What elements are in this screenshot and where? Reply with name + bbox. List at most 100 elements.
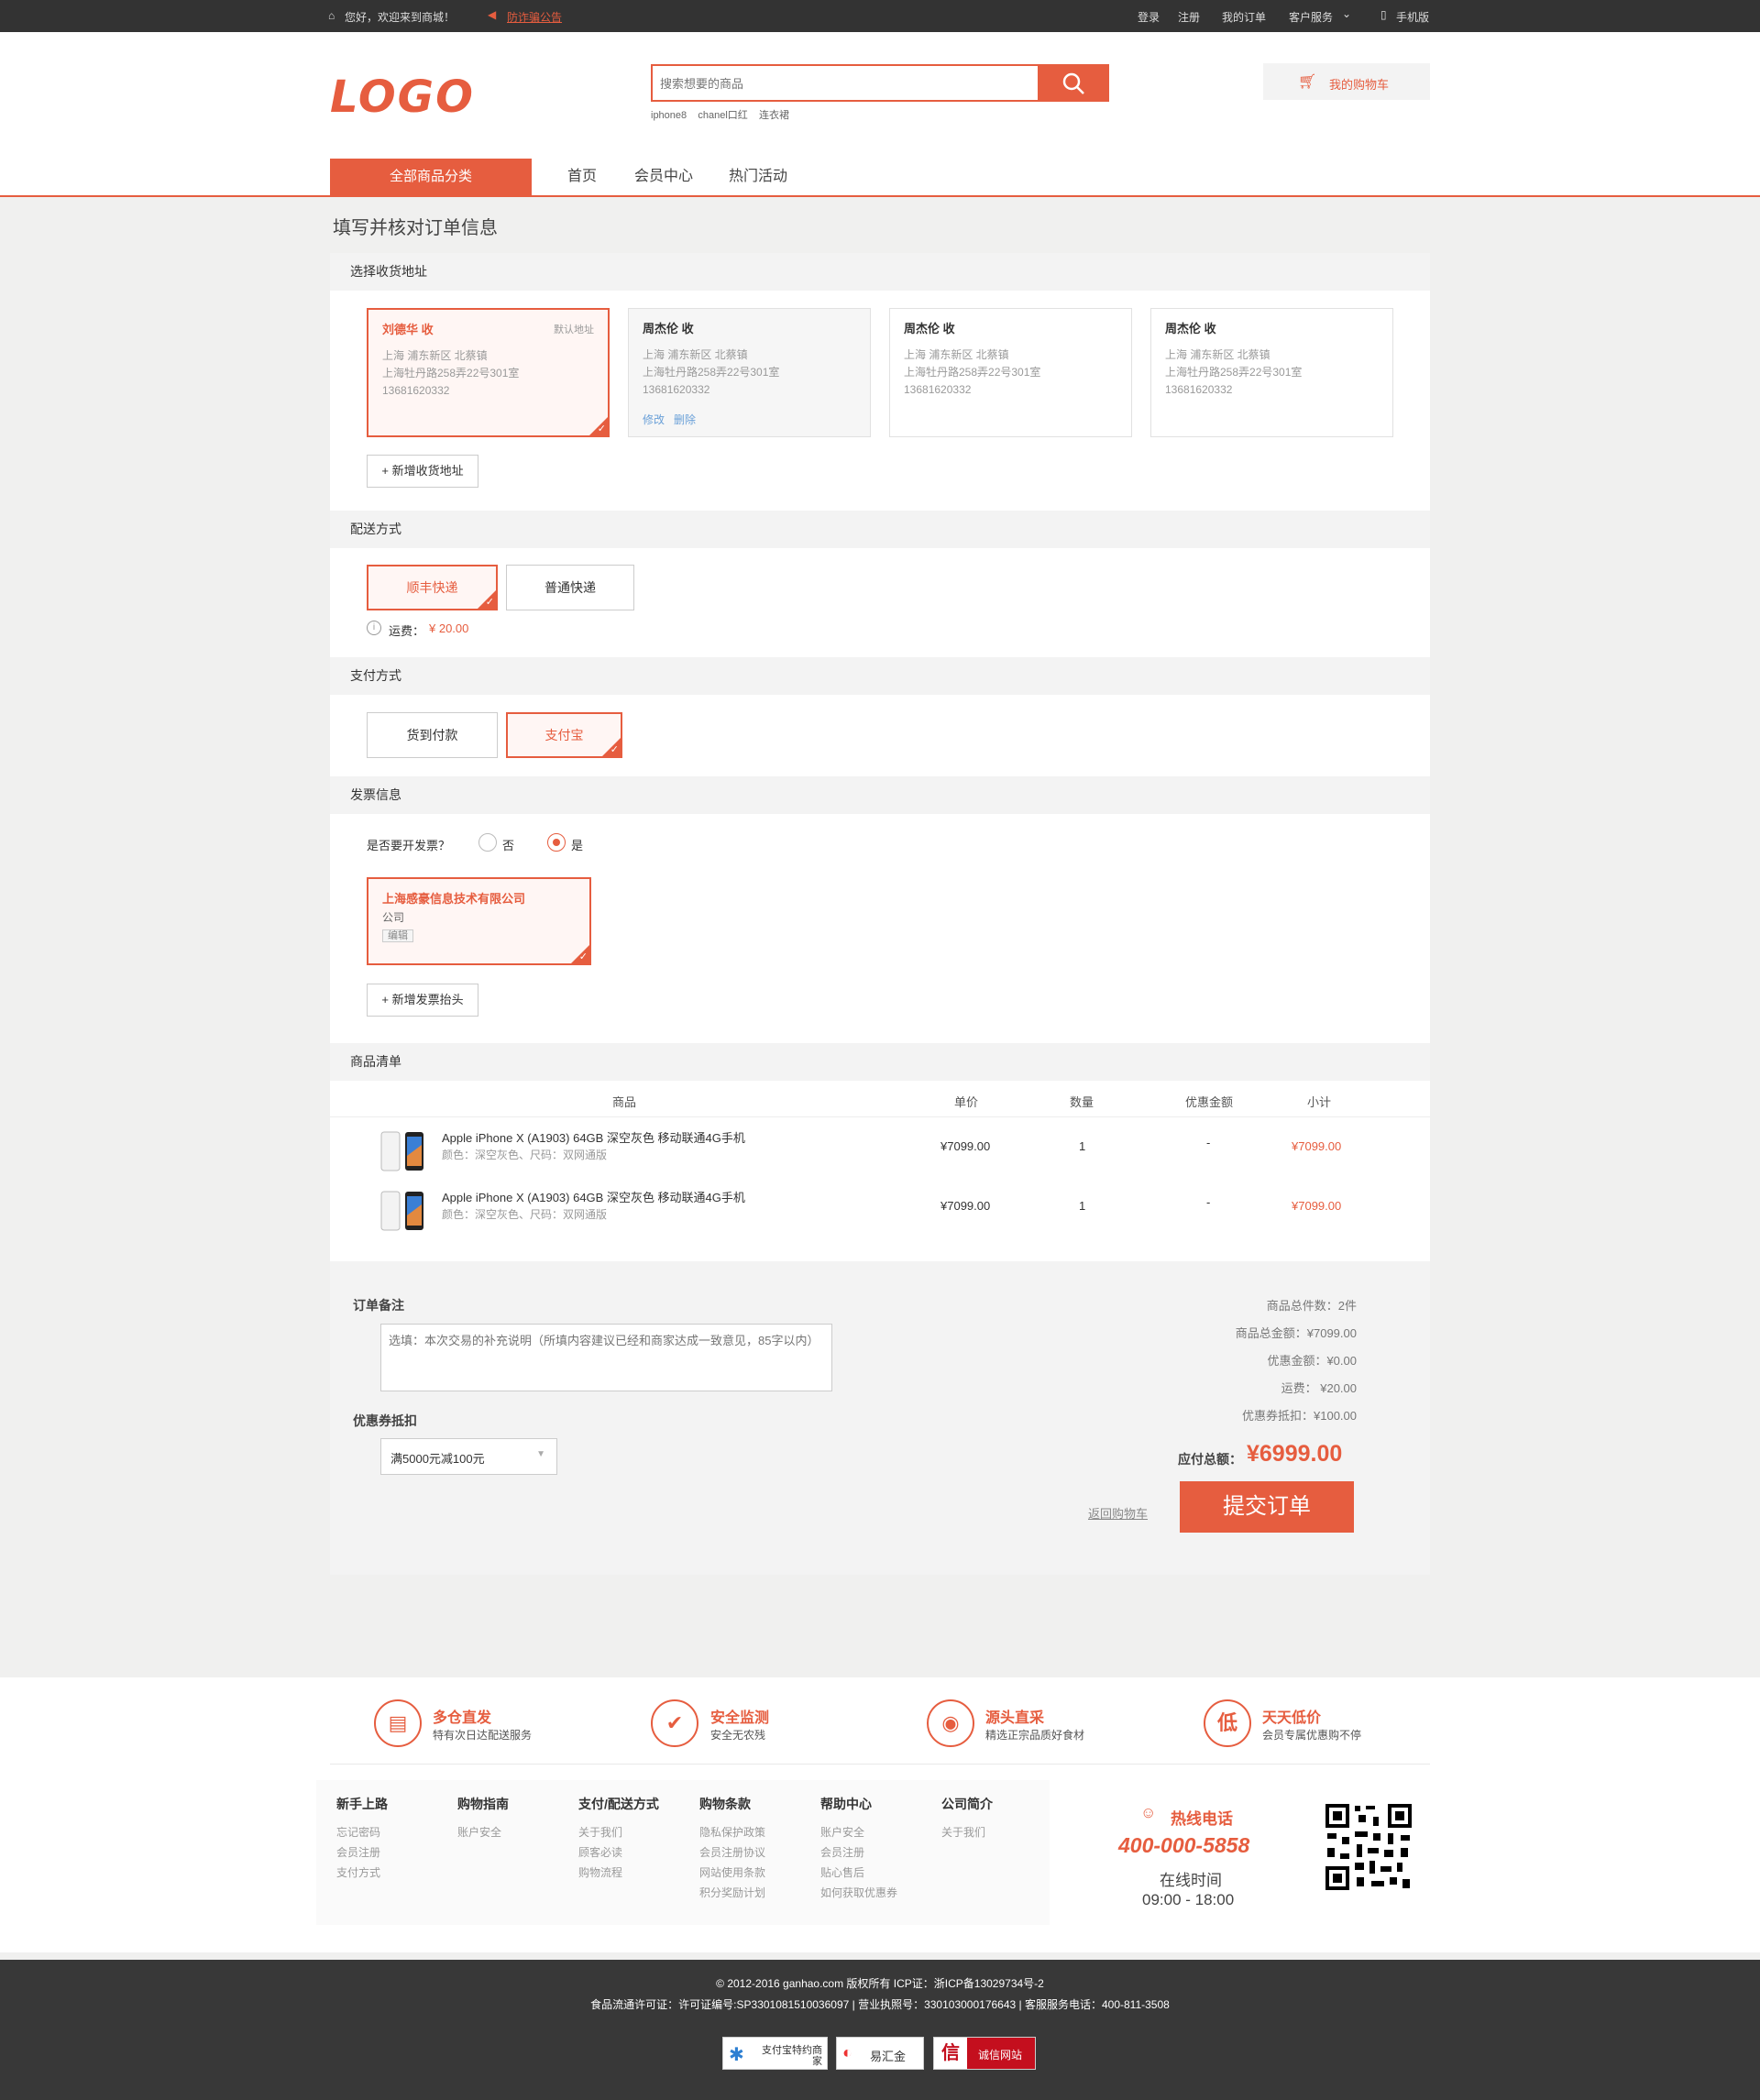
footer-link[interactable]: 会员注册: [336, 1842, 388, 1863]
address-card[interactable]: 周杰伦 收 上海 浦东新区 北蔡镇 上海牡丹路258弄22号301室 13681…: [889, 308, 1132, 437]
footer-link[interactable]: 购物流程: [578, 1863, 659, 1883]
nav-hot-events[interactable]: 热门活动: [729, 159, 787, 195]
notice-link[interactable]: 防诈骗公告: [507, 9, 562, 25]
edit-address-link[interactable]: 修改: [643, 413, 665, 426]
check-icon: ✓: [610, 744, 619, 755]
my-orders-link[interactable]: 我的订单: [1222, 9, 1266, 25]
back-to-cart-link[interactable]: 返回购物车: [1088, 1504, 1148, 1522]
search-button[interactable]: [1038, 64, 1109, 102]
qr-code-icon: [1324, 1802, 1414, 1892]
invoice-title-card[interactable]: 上海感豪信息技术有限公司 公司 编辑 ✓: [367, 877, 591, 965]
low-price-icon: 低: [1204, 1699, 1251, 1747]
address-card[interactable]: 周杰伦 收 上海 浦东新区 北蔡镇 上海牡丹路258弄22号301室 13681…: [628, 308, 871, 437]
trust-icon: 信: [934, 2038, 967, 2069]
info-icon: i: [367, 621, 381, 635]
home-icon: ⌂: [328, 9, 336, 22]
footer-link[interactable]: 账户安全: [457, 1822, 509, 1842]
order-summary-area: 订单备注 优惠券抵扣 满5000元减100元 ▼ 商品总件数：2件 商品总金额：…: [330, 1261, 1430, 1575]
payment-option-cod[interactable]: 货到付款: [367, 712, 498, 758]
footer-link[interactable]: 隐私保护政策: [699, 1822, 765, 1842]
shield-icon: ✔: [651, 1699, 698, 1747]
shipping-section-title: 配送方式: [330, 511, 1430, 548]
service-desc: 精选正宗品质好食材: [985, 1729, 1085, 1742]
footer-link[interactable]: 网站使用条款: [699, 1863, 765, 1883]
cart-button[interactable]: 🛒︎ 我的购物车: [1263, 63, 1430, 100]
delete-address-link[interactable]: 删除: [674, 413, 696, 426]
badge-label: 支付宝特约商家: [762, 2045, 822, 2067]
address-card[interactable]: 刘德华 收 默认地址 上海 浦东新区 北蔡镇 上海牡丹路258弄22号301室 …: [367, 308, 610, 437]
yihuijin-badge[interactable]: ◐ 易汇金: [836, 2037, 924, 2070]
discount: -: [1206, 1136, 1211, 1149]
remark-input[interactable]: [380, 1324, 832, 1391]
add-invoice-button[interactable]: + 新增发票抬头: [367, 984, 478, 1017]
hotline-number: 400-000-5858: [1118, 1833, 1250, 1857]
subtotal: ¥7099.00: [1292, 1199, 1342, 1213]
footer-link[interactable]: 关于我们: [578, 1822, 659, 1842]
header: [0, 32, 1760, 197]
headset-icon: ☺: [1140, 1804, 1157, 1821]
shipping-option-sf[interactable]: 顺丰快递 ✓: [367, 565, 498, 610]
address-line: 上海 浦东新区 北蔡镇: [1165, 348, 1270, 361]
shipping-option-normal[interactable]: 普通快递: [506, 565, 634, 610]
product-name[interactable]: Apple iPhone X (A1903) 64GB 深空灰色 移动联通4G手…: [442, 1188, 745, 1205]
logo[interactable]: LOGO: [330, 71, 475, 123]
nav-home[interactable]: 首页: [567, 159, 597, 195]
footer-link[interactable]: 顾客必读: [578, 1842, 659, 1863]
footer-link[interactable]: 会员注册协议: [699, 1842, 765, 1863]
discount: -: [1206, 1195, 1211, 1209]
invoice-edit-button[interactable]: 编辑: [382, 929, 413, 942]
coupon-title: 优惠券抵扣: [353, 1413, 417, 1428]
footer-link[interactable]: 积分奖励计划: [699, 1883, 765, 1903]
customer-service-link[interactable]: 客户服务: [1289, 9, 1333, 25]
items-table-header: 商品 单价 数量 优惠金额 小计: [330, 1081, 1430, 1117]
product-name[interactable]: Apple iPhone X (A1903) 64GB 深空灰色 移动联通4G手…: [442, 1128, 745, 1146]
hot-search-item[interactable]: chanel口红: [698, 110, 747, 121]
add-address-button[interactable]: + 新增收货地址: [367, 455, 478, 488]
hot-search-item[interactable]: 连衣裙: [759, 110, 789, 121]
footer-link[interactable]: 如何获取优惠券: [820, 1883, 897, 1903]
product-image[interactable]: [380, 1128, 425, 1174]
footer-link[interactable]: 支付方式: [336, 1863, 388, 1883]
search-input[interactable]: [660, 73, 1027, 93]
address-line: 上海 浦东新区 北蔡镇: [382, 349, 488, 362]
table-row: Apple iPhone X (A1903) 64GB 深空灰色 移动联通4G手…: [330, 1188, 1430, 1243]
address-card[interactable]: 周杰伦 收 上海 浦东新区 北蔡镇 上海牡丹路258弄22号301室 13681…: [1150, 308, 1393, 437]
invoice-type: 公司: [382, 911, 405, 924]
radio-yes[interactable]: [547, 833, 566, 852]
footer-link[interactable]: 账户安全: [820, 1822, 897, 1842]
login-link[interactable]: 登录: [1138, 9, 1160, 25]
coupon-select[interactable]: 满5000元减100元 ▼: [380, 1438, 557, 1475]
footer-link[interactable]: 关于我们: [941, 1822, 993, 1842]
footer-link[interactable]: 贴心售后: [820, 1863, 897, 1883]
summary-total: 商品总金额：¥7099.00: [1235, 1326, 1357, 1340]
welcome-text: 您好，欢迎来到商城！: [345, 11, 456, 24]
footer-col-title: 购物条款: [699, 1797, 751, 1811]
remark-title: 订单备注: [353, 1298, 404, 1313]
all-categories-button[interactable]: 全部商品分类: [330, 159, 532, 195]
service-title: 源头直采: [985, 1710, 1045, 1726]
service-title: 安全监测: [710, 1710, 770, 1726]
radio-no[interactable]: [478, 833, 497, 852]
footer-col-title: 公司简介: [941, 1797, 993, 1811]
footer-link[interactable]: 会员注册: [820, 1842, 897, 1863]
warehouse-icon: ▤: [374, 1699, 422, 1747]
nav-member-center[interactable]: 会员中心: [634, 159, 693, 195]
footer-link[interactable]: 忘记密码: [336, 1822, 388, 1842]
submit-order-button[interactable]: 提交订单: [1180, 1481, 1354, 1533]
table-row: Apple iPhone X (A1903) 64GB 深空灰色 移动联通4G手…: [330, 1128, 1430, 1183]
mobile-icon: ▯: [1380, 8, 1387, 21]
hot-search-item[interactable]: iphone8: [651, 110, 687, 121]
mobile-link[interactable]: 手机版: [1396, 9, 1429, 25]
invoice-section-title: 发票信息: [330, 776, 1430, 814]
address-line: 上海牡丹路258弄22号301室: [643, 366, 780, 379]
alipay-badge[interactable]: ✱ 支付宝特约商家: [722, 2037, 828, 2070]
address-line: 上海牡丹路258弄22号301室: [904, 366, 1041, 379]
check-icon: ✓: [485, 597, 494, 608]
footer-col-title: 新手上路: [336, 1797, 388, 1811]
product-image[interactable]: [380, 1188, 425, 1234]
payment-option-alipay[interactable]: 支付宝 ✓: [506, 712, 622, 758]
col-subtotal: 小计: [1307, 1095, 1332, 1109]
trusted-site-badge[interactable]: 信 诚信网站: [933, 2037, 1036, 2070]
col-product: 商品: [612, 1095, 637, 1109]
register-link[interactable]: 注册: [1178, 9, 1200, 25]
